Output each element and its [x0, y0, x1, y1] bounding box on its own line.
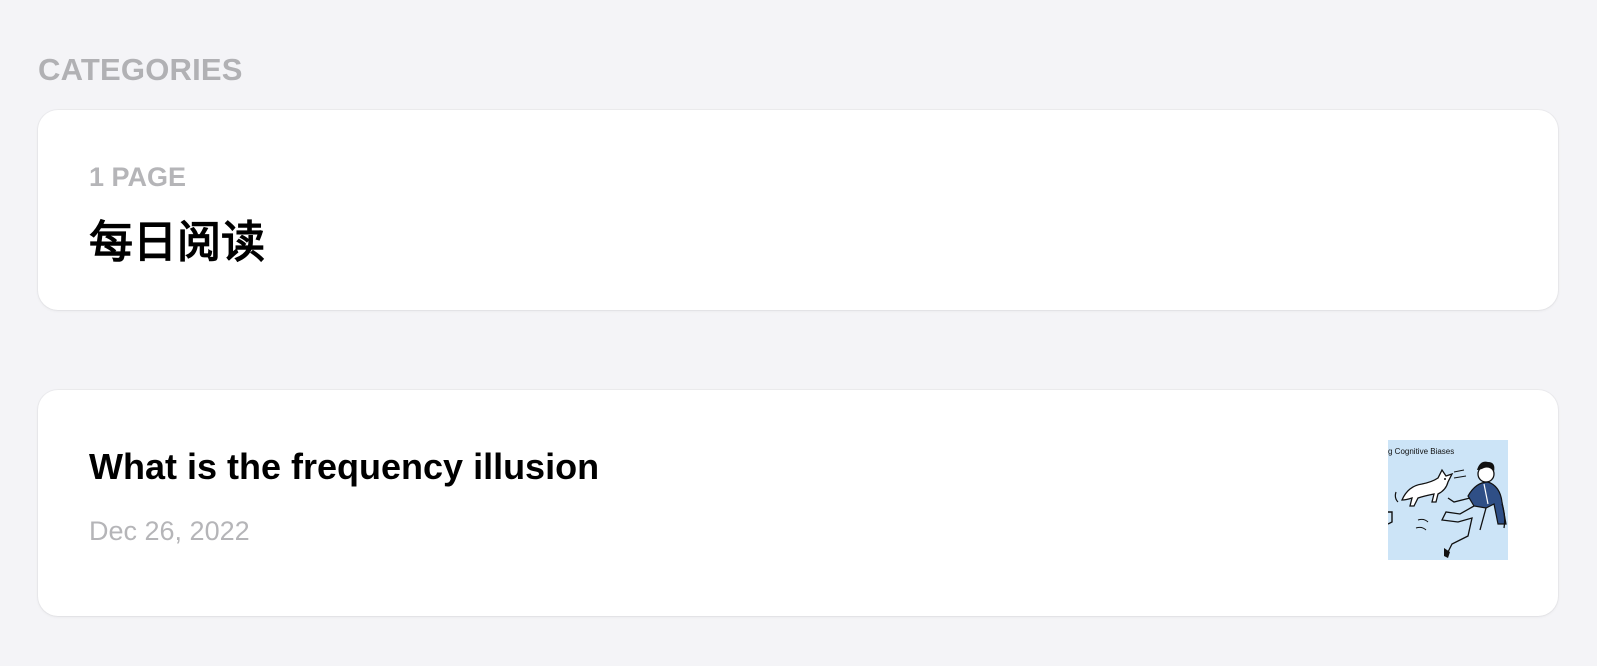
categories-heading: CATEGORIES: [38, 52, 243, 87]
post-title[interactable]: What is the frequency illusion: [89, 446, 599, 488]
post-date: Dec 26, 2022: [89, 516, 250, 546]
category-page-count: 1 PAGE: [89, 162, 187, 192]
category-title[interactable]: 每日阅读: [89, 206, 265, 270]
post-thumbnail[interactable]: g Cognitive Biases: [1388, 440, 1508, 560]
thumbnail-caption: g Cognitive Biases: [1388, 447, 1455, 456]
category-card[interactable]: 1 PAGE 每日阅读: [38, 110, 1558, 310]
illustration-icon: [1388, 461, 1507, 558]
post-card[interactable]: What is the frequency illusion Dec 26, 2…: [38, 390, 1558, 616]
